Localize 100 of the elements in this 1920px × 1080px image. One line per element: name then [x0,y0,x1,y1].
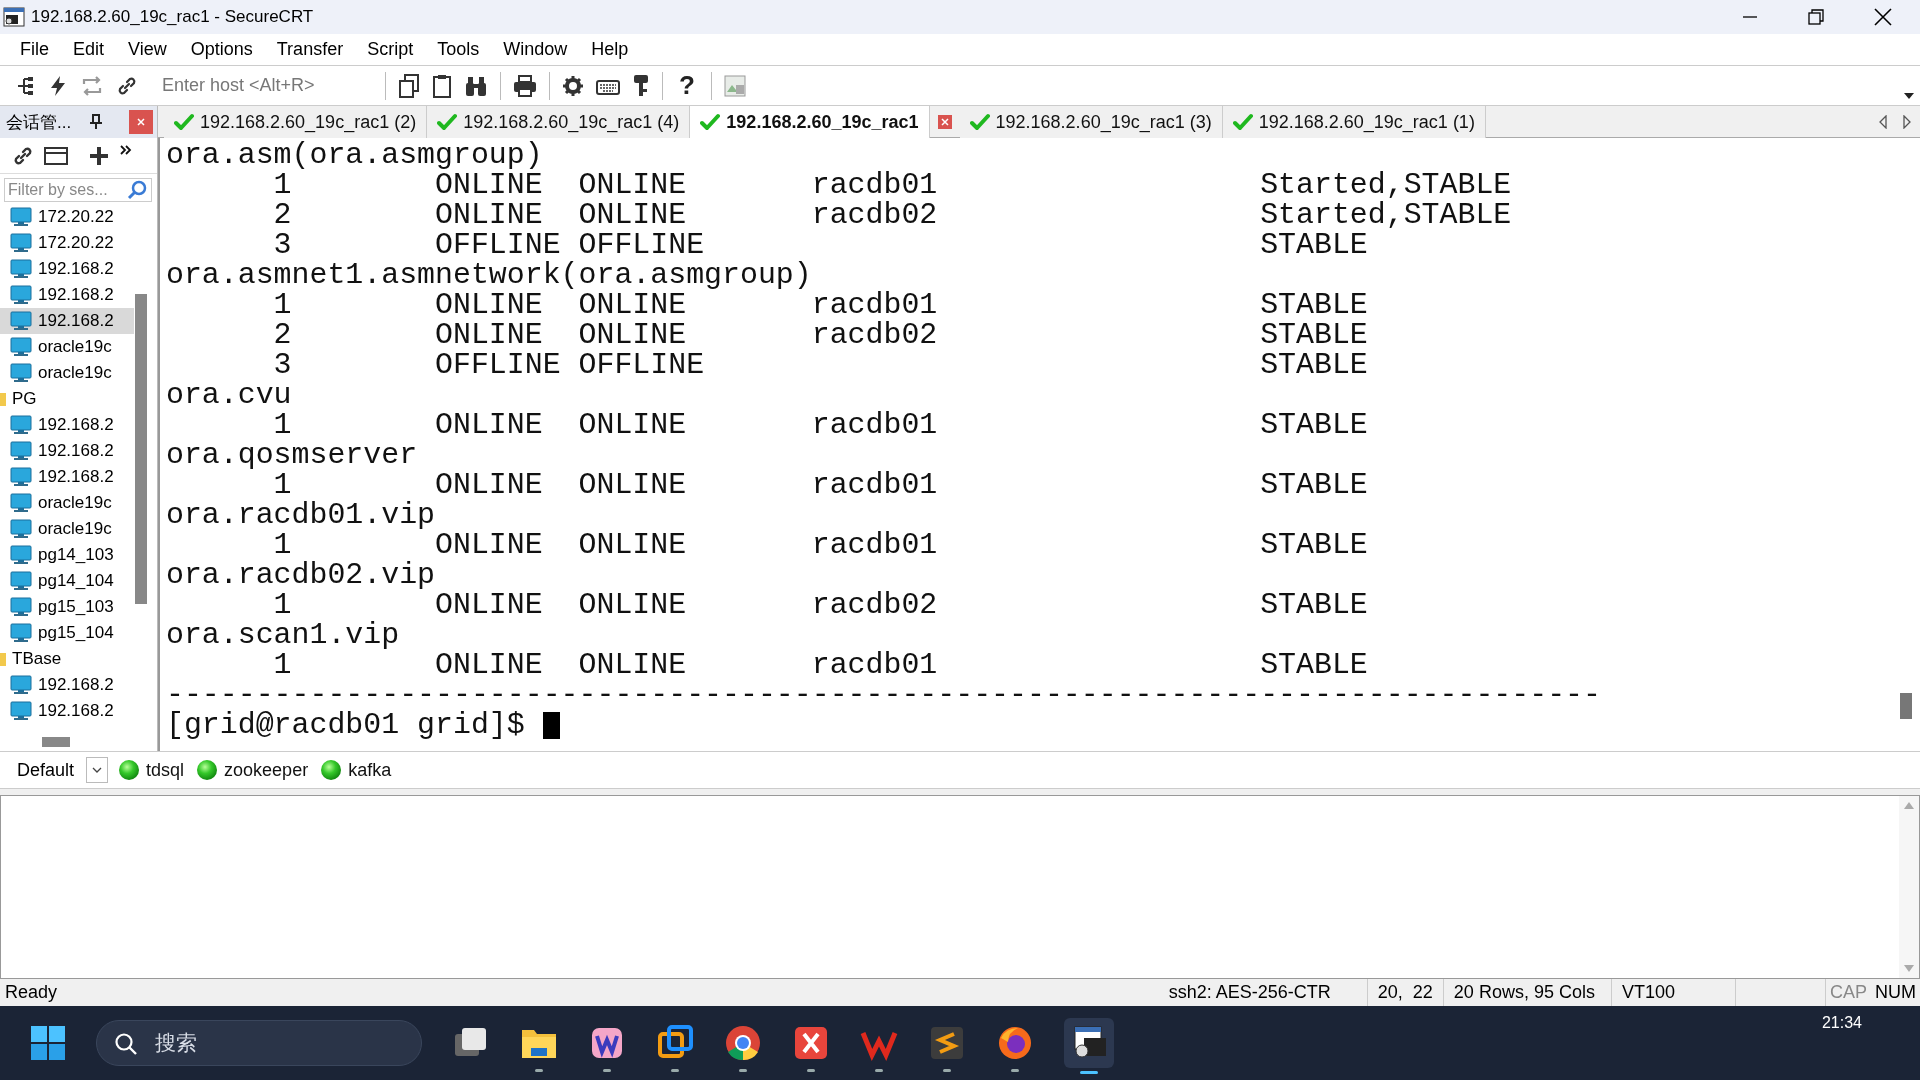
session-item[interactable]: 192.168.2 [0,464,134,490]
terminal-line: ora.asm(ora.asmgroup) [166,140,543,170]
monitor-icon [10,519,32,539]
clipboard-icon[interactable] [432,73,452,98]
close-icon[interactable] [1874,8,1892,26]
menu-item[interactable]: View [116,36,179,63]
monitor-icon [10,623,32,643]
monitor-icon [10,571,32,591]
copy-icon[interactable] [398,73,420,98]
bar-button[interactable]: tdsql [114,759,193,781]
menu-item[interactable]: Window [491,36,580,63]
scroll-right-icon[interactable] [1902,115,1912,129]
folder-icon [0,391,6,407]
terminal-line: ora.cvu [166,380,292,410]
terminal-line: 1 ONLINE ONLINE racdb01 Started,STABLE [273,170,1512,200]
tab[interactable]: 192.168.2.60_19c_rac1 (1) [1222,106,1486,138]
windows-logo-icon[interactable] [30,1025,66,1061]
close-button[interactable] [129,110,153,134]
monitor-icon [10,545,32,565]
app-icon[interactable] [792,1024,830,1062]
app-icon[interactable] [928,1024,966,1062]
tab[interactable]: 192.168.2.60_19c_rac1 [690,106,930,138]
session-item[interactable]: 192.168.2 [0,282,134,308]
session-item[interactable]: pg15_103 [0,594,134,620]
terminal-line: 1 ONLINE ONLINE racdb01 STABLE [273,530,1368,560]
lightning-icon[interactable] [48,74,68,97]
browser-icon[interactable] [724,1024,762,1062]
restore-icon[interactable] [1808,9,1824,25]
status-indicator: CAP [1829,982,1868,1003]
menu-item[interactable]: Transfer [264,36,356,63]
help-button[interactable]: ? [675,70,699,101]
tab[interactable]: 192.168.2.60_19c_rac1 (2) [164,106,428,138]
menu-item[interactable]: Help [579,36,641,63]
pin-icon[interactable] [89,114,104,130]
session-item[interactable]: 192.168.2 [0,672,134,698]
monitor-icon [10,311,32,331]
folder-icon [0,651,6,667]
monitor-icon [10,441,32,461]
terminal-line: ora.racdb02.vip [166,560,436,590]
terminal-line: 1 ONLINE ONLINE racdb01 STABLE [273,470,1368,500]
window-icon[interactable] [44,145,68,166]
search-field[interactable]: 搜索 [96,1020,422,1066]
bar-button[interactable]: kafka [316,759,400,781]
app-icon [3,6,25,28]
gear-icon[interactable] [562,74,584,97]
terminal-line: 2 ONLINE ONLINE racdb02 Started,STABLE [272,200,1512,230]
tab[interactable]: 192.168.2.60_19c_rac1 (3) [959,106,1223,138]
menu-item[interactable]: Edit [61,36,117,63]
window-title: 192.168.2.60_19c_rac1 - SecureCRT [31,7,314,27]
search-icon [114,1032,138,1056]
menu-item[interactable]: File [8,36,61,63]
chevron-right-icon[interactable] [120,144,132,155]
binoculars-icon[interactable] [464,74,488,97]
session-item[interactable]: 192.168.2 [0,438,134,464]
session-item[interactable]: oracle19c [0,516,134,542]
tab-close-button[interactable] [937,115,952,129]
printer-icon[interactable] [513,74,537,97]
tab[interactable]: 192.168.2.60_19c_rac1 (4) [427,106,691,138]
session-item[interactable]: oracle19c [0,334,134,360]
session-item[interactable]: 192.168.2 [0,698,134,724]
monitor-icon [10,675,32,695]
session-item[interactable]: pg14_104 [0,568,134,594]
refresh-icon[interactable] [80,74,104,97]
bar-button[interactable]: zookeeper [192,759,317,781]
session-item[interactable]: oracle19c [0,490,134,516]
session-item[interactable]: 172.20.22 [0,204,134,230]
dropdown-icon[interactable] [1904,93,1914,99]
key-icon[interactable] [632,73,650,98]
menu-item[interactable]: Script [355,36,426,63]
terminal-line: 1 ONLINE ONLINE racdb02 STABLE [273,590,1368,620]
plus-icon[interactable] [88,144,110,167]
session-item[interactable]: 192.168.2 [0,256,134,282]
session-item[interactable]: 192.168.2 [0,412,134,438]
scrollbar-thumb[interactable] [42,737,70,747]
terminal-line: ora.qosmserver [166,440,418,470]
terminal-line: 1 ONLINE ONLINE racdb01 STABLE [273,290,1368,320]
folder-item[interactable]: PG [0,386,134,412]
session-item[interactable]: 172.20.22 [0,230,134,256]
scrollbar-thumb[interactable] [135,294,147,604]
filter-field[interactable]: Filter by ses... [4,178,152,202]
folder-item[interactable]: TBase [0,646,134,672]
monitor-icon [10,467,32,487]
session-item[interactable]: 192.168.2 [0,308,134,334]
terminal-line: ora.racdb01.vip [166,500,436,530]
scrollbar-thumb[interactable] [1900,693,1912,719]
browser-icon[interactable] [996,1024,1034,1062]
close-icon [940,118,949,126]
monitor-icon [10,415,32,435]
link-icon[interactable] [12,144,34,167]
monitor-icon [10,597,32,617]
session-item[interactable]: pg15_104 [0,620,134,646]
button-bar-name: Default [17,759,75,781]
session-item[interactable]: pg14_103 [0,542,134,568]
monitor-icon [10,233,32,253]
terminal-line: 3 OFFLINE OFFLINE STABLE [272,350,1368,380]
scroll-left-icon[interactable] [1878,115,1888,129]
menu-item[interactable]: Options [178,36,265,63]
terminal-line: 1 ONLINE ONLINE racdb01 STABLE [272,410,1368,440]
session-item[interactable]: oracle19c [0,360,134,386]
menu-item[interactable]: Tools [425,36,492,63]
